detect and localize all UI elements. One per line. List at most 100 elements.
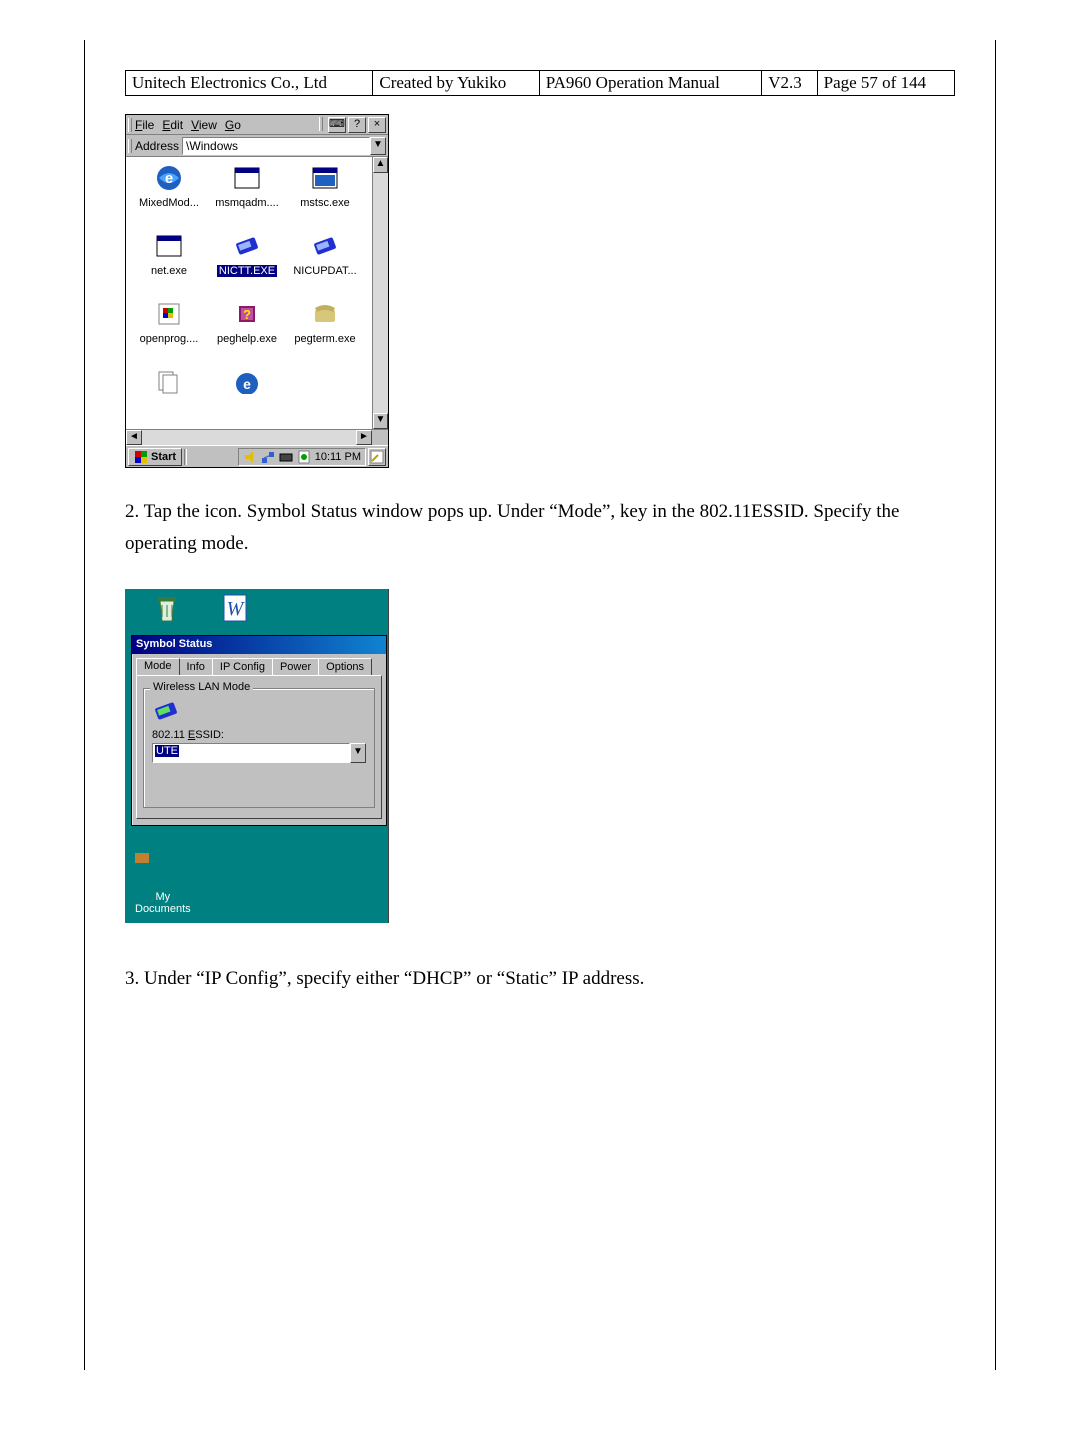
svg-text:e: e — [243, 376, 251, 392]
file-label: MixedMod... — [130, 197, 208, 209]
window-icon — [230, 161, 264, 195]
vertical-scrollbar[interactable]: ▲ ▼ — [372, 157, 388, 429]
grip-icon — [128, 118, 132, 132]
start-button[interactable]: Start — [128, 448, 182, 466]
scroll-up-button[interactable]: ▲ — [373, 157, 388, 173]
hdr-cell-company: Unitech Electronics Co., Ltd — [126, 71, 373, 96]
essid-label: 802.11 ESSID: — [152, 729, 366, 741]
my-documents-label[interactable]: My Documents — [135, 891, 191, 915]
tray-doc-icon[interactable] — [297, 450, 311, 464]
close-icon-button[interactable]: × — [368, 117, 386, 133]
file-label: msmqadm.... — [208, 197, 286, 209]
file-label: NICTT.EXE — [208, 265, 286, 277]
partial-desic-icon — [135, 853, 153, 865]
scroll-right-button[interactable]: ► — [356, 430, 372, 445]
file-grid[interactable]: e MixedMod... msmqadm.... mstsc.exe — [126, 157, 372, 429]
file-item[interactable]: NICTT.EXE — [208, 229, 286, 297]
file-item[interactable]: msmqadm.... — [208, 161, 286, 229]
clock: 10:11 PM — [315, 451, 361, 463]
file-label: pegterm.exe — [286, 333, 364, 345]
tabstrip: Mode Info IP Config Power Options — [132, 654, 386, 675]
help-icon-button[interactable]: ? — [348, 117, 366, 133]
menu-file[interactable]: File — [135, 118, 154, 132]
symbol-status-screenshot: W Symbol Status Mode Info IP Config Powe… — [125, 589, 389, 923]
svg-text:e: e — [165, 170, 173, 187]
tab-info[interactable]: Info — [179, 658, 213, 675]
window-alt-icon — [308, 161, 342, 195]
essid-dropdown-button[interactable]: ▼ — [350, 743, 366, 763]
scroll-down-button[interactable]: ▼ — [373, 413, 388, 429]
start-label: Start — [151, 451, 176, 463]
my-docs-line1: My — [135, 891, 191, 903]
file-item[interactable]: ? peghelp.exe — [208, 297, 286, 365]
grip-icon — [319, 117, 323, 131]
svg-text:?: ? — [243, 307, 251, 322]
doc-header-table: Unitech Electronics Co., Ltd Created by … — [125, 70, 955, 96]
essid-combobox[interactable]: UTE ▼ — [152, 743, 366, 763]
file-label: NICUPDAT... — [286, 265, 364, 277]
desktop-button[interactable] — [368, 448, 386, 466]
file-item[interactable]: pegterm.exe — [286, 297, 364, 365]
nic-card-icon — [152, 697, 180, 725]
tray-speaker-icon[interactable] — [243, 450, 257, 464]
tab-mode[interactable]: Mode — [136, 658, 180, 675]
horizontal-scrollbar[interactable]: ◄ ► — [126, 429, 388, 445]
address-bar: Address \Windows ▼ — [126, 135, 388, 157]
tab-ip-config[interactable]: IP Config — [212, 658, 273, 675]
scroll-track[interactable] — [142, 430, 356, 445]
grip-icon — [128, 139, 132, 153]
file-item[interactable]: NICUPDAT... — [286, 229, 364, 297]
file-list-pane: e MixedMod... msmqadm.... mstsc.exe — [126, 157, 388, 429]
ie-icon: e — [230, 365, 264, 399]
hdr-cell-version: V2.3 — [762, 71, 817, 96]
menubar: File Edit View Go ⌨ ? × — [126, 115, 388, 135]
address-label: Address — [135, 139, 179, 153]
window-icon — [152, 229, 186, 263]
tab-power[interactable]: Power — [272, 658, 319, 675]
file-item[interactable]: e — [208, 365, 286, 429]
file-item[interactable]: net.exe — [130, 229, 208, 297]
file-item[interactable] — [130, 365, 208, 429]
address-input[interactable]: \Windows — [182, 137, 370, 155]
titlebar[interactable]: Symbol Status — [132, 636, 386, 654]
book-icon: ? — [230, 297, 264, 331]
windows-logo-icon — [134, 450, 148, 464]
instruction-step-3: 3. Under “IP Config”, specify either “DH… — [125, 963, 955, 995]
hdr-cell-page: Page 57 of 144 — [817, 71, 954, 96]
menu-edit[interactable]: Edit — [162, 118, 183, 132]
ie-icon: e — [152, 161, 186, 195]
address-dropdown-button[interactable]: ▼ — [370, 137, 386, 155]
document-page: Unitech Electronics Co., Ltd Created by … — [84, 40, 996, 1370]
hdr-cell-author: Created by Yukiko — [373, 71, 539, 96]
essid-input[interactable]: UTE — [152, 743, 350, 763]
file-item[interactable]: e MixedMod... — [130, 161, 208, 229]
taskbar: Start 10:11 PM — [126, 445, 388, 467]
tray-network-icon[interactable] — [261, 450, 275, 464]
svg-text:W: W — [227, 598, 246, 620]
my-docs-line2: Documents — [135, 903, 191, 915]
phone-icon — [308, 297, 342, 331]
menu-view[interactable]: View — [191, 118, 217, 132]
file-label: net.exe — [130, 265, 208, 277]
group-legend: Wireless LAN Mode — [150, 681, 253, 693]
scroll-corner — [372, 430, 388, 445]
tab-options[interactable]: Options — [318, 658, 372, 675]
menu-go[interactable]: Go — [225, 118, 241, 132]
tray-keyboard-icon[interactable] — [279, 450, 293, 464]
flag-icon — [152, 297, 186, 331]
wireless-lan-mode-group: Wireless LAN Mode 802.11 ESSID: UTE ▼ — [143, 688, 375, 808]
recycle-bin-icon[interactable] — [139, 591, 199, 625]
file-label: openprog.... — [130, 333, 208, 345]
file-item[interactable]: mstsc.exe — [286, 161, 364, 229]
system-tray[interactable]: 10:11 PM — [238, 448, 366, 466]
scroll-left-button[interactable]: ◄ — [126, 430, 142, 445]
keyboard-icon-button[interactable]: ⌨ — [328, 117, 346, 133]
word-icon[interactable]: W — [207, 591, 267, 625]
file-label: peghelp.exe — [208, 333, 286, 345]
nic-card-icon — [230, 229, 264, 263]
scroll-track[interactable] — [373, 173, 388, 413]
instruction-step-2: 2. Tap the icon. Symbol Status window po… — [125, 496, 955, 561]
file-item[interactable]: openprog.... — [130, 297, 208, 365]
note-icon — [369, 449, 385, 465]
tab-pane: Wireless LAN Mode 802.11 ESSID: UTE ▼ — [136, 675, 382, 819]
